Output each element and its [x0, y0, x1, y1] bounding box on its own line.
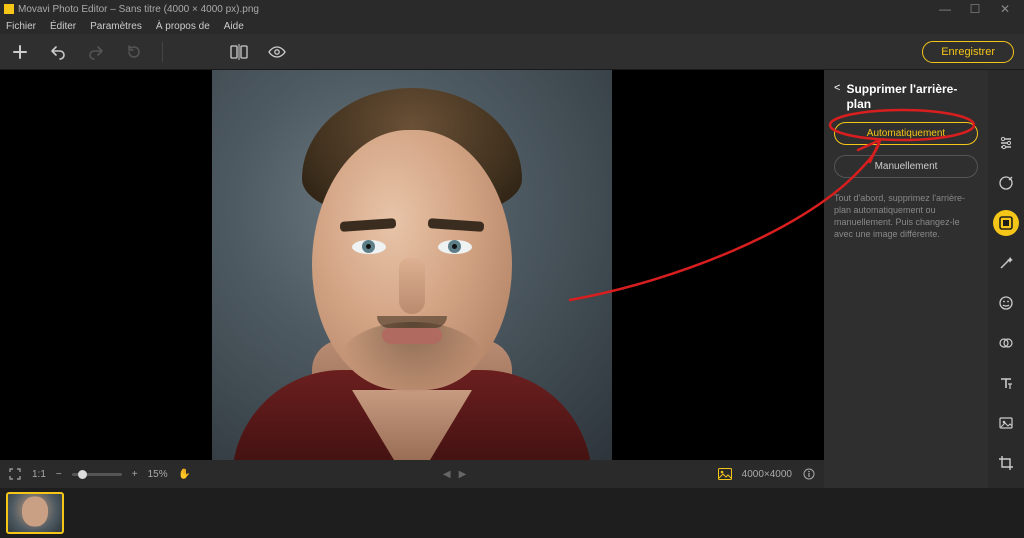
menu-help[interactable]: Aide	[224, 21, 244, 32]
insert-image-tool-icon[interactable]	[993, 410, 1019, 436]
save-button[interactable]: Enregistrer	[922, 41, 1014, 63]
image-thumb-icon[interactable]	[718, 467, 732, 481]
side-panel: < Supprimer l'arrière-plan Automatiqueme…	[824, 70, 988, 488]
fullscreen-icon[interactable]	[8, 467, 22, 481]
image-dimensions: 4000×4000	[742, 469, 792, 480]
next-image-button[interactable]: ▶	[459, 469, 467, 480]
reset-button[interactable]	[124, 42, 144, 62]
preview-button[interactable]	[267, 42, 287, 62]
photo-portrait	[212, 70, 612, 460]
window-title: Movavi Photo Editor – Sans titre (4000 ×…	[18, 4, 259, 15]
text-tool-icon[interactable]	[993, 370, 1019, 396]
main-area: 1:1 − + 15% ✋ ◀ ▶ 4000×4000 < Supprimer …	[0, 70, 1024, 488]
title-bar: Movavi Photo Editor – Sans titre (4000 ×…	[0, 0, 1024, 18]
auto-remove-button[interactable]: Automatiquement	[834, 122, 978, 145]
emoji-tool-icon[interactable]	[993, 290, 1019, 316]
add-button[interactable]	[10, 42, 30, 62]
canvas-area: 1:1 − + 15% ✋ ◀ ▶ 4000×4000	[0, 70, 824, 488]
canvas-status-bar: 1:1 − + 15% ✋ ◀ ▶ 4000×4000	[0, 460, 824, 488]
info-icon[interactable]	[802, 467, 816, 481]
zoom-out-button[interactable]: −	[56, 469, 62, 480]
app-logo-icon	[4, 4, 14, 14]
redo-button[interactable]	[86, 42, 106, 62]
magic-tool-icon[interactable]	[993, 250, 1019, 276]
adjust-tool-icon[interactable]	[993, 130, 1019, 156]
close-button[interactable]: ✕	[990, 2, 1020, 16]
menu-about[interactable]: À propos de	[156, 21, 210, 32]
zoom-in-button[interactable]: +	[132, 469, 138, 480]
overlay-tool-icon[interactable]	[993, 330, 1019, 356]
crop-tool-icon[interactable]	[993, 450, 1019, 476]
bg-remove-tool-icon[interactable]	[993, 210, 1019, 236]
panel-help-text: Tout d'abord, supprimez l'arrière-plan a…	[834, 192, 978, 241]
menu-edit[interactable]: Éditer	[50, 21, 76, 32]
maximize-button[interactable]: ☐	[960, 2, 990, 16]
zoom-slider[interactable]	[72, 473, 122, 476]
compare-button[interactable]	[229, 42, 249, 62]
menu-file[interactable]: Fichier	[6, 21, 36, 32]
canvas-view[interactable]	[0, 70, 824, 460]
image-thumbnail[interactable]	[6, 492, 64, 534]
retouch-tool-icon[interactable]	[993, 170, 1019, 196]
pan-hand-icon[interactable]: ✋	[178, 467, 192, 481]
zoom-percent: 15%	[148, 469, 168, 480]
thumbnail-bar	[0, 488, 1024, 538]
nav-arrows: ◀ ▶	[202, 469, 708, 480]
menu-bar: Fichier Éditer Paramètres À propos de Ai…	[0, 18, 1024, 34]
prev-image-button[interactable]: ◀	[443, 469, 451, 480]
minimize-button[interactable]: —	[930, 2, 960, 16]
panel-back-button[interactable]: <	[834, 82, 840, 94]
menu-settings[interactable]: Paramètres	[90, 21, 142, 32]
toolbar: Enregistrer	[0, 34, 1024, 70]
undo-button[interactable]	[48, 42, 68, 62]
panel-title: Supprimer l'arrière-plan	[846, 82, 978, 112]
zoom-ratio[interactable]: 1:1	[32, 469, 46, 480]
tool-strip	[988, 70, 1024, 488]
manual-remove-button[interactable]: Manuellement	[834, 155, 978, 178]
